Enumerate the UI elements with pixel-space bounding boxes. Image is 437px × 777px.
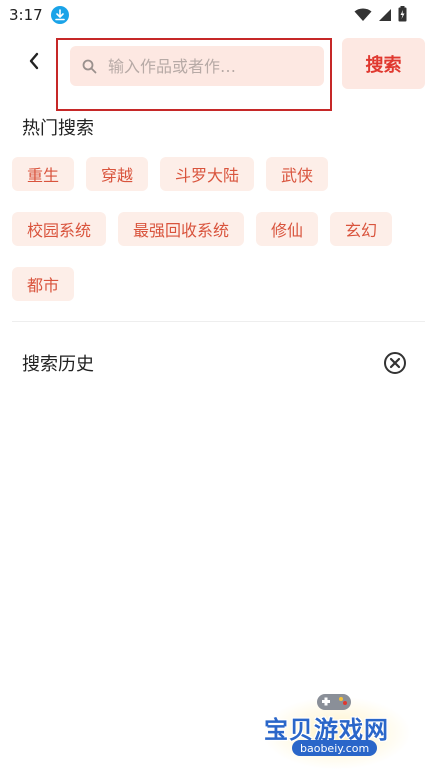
signal-icon <box>378 7 392 26</box>
hot-tag[interactable]: 校园系统 <box>12 212 107 246</box>
hot-tag[interactable]: 穿越 <box>86 157 149 191</box>
search-field-highlight <box>56 38 332 111</box>
search-input[interactable] <box>106 55 320 77</box>
hot-search-title: 热门搜索 <box>22 118 94 139</box>
watermark-logo: 宝贝游戏网 baobeiy.com <box>258 688 418 772</box>
hot-tag[interactable]: 最强回收系统 <box>118 212 245 246</box>
download-icon <box>51 6 69 24</box>
watermark-url: baobeiy.com <box>292 740 378 756</box>
chevron-left-icon <box>28 52 40 74</box>
battery-charging-icon <box>398 6 407 26</box>
status-time: 3:17 <box>9 6 43 24</box>
search-history-title: 搜索历史 <box>22 354 94 375</box>
hot-tag[interactable]: 修仙 <box>256 212 319 246</box>
search-box[interactable] <box>70 46 324 86</box>
hot-tag[interactable]: 重生 <box>12 157 75 191</box>
status-icons <box>354 6 407 26</box>
tag-row: 都市 <box>12 267 75 301</box>
wifi-icon <box>354 7 372 26</box>
hot-tag[interactable]: 斗罗大陆 <box>160 157 255 191</box>
clear-circle-x-icon <box>383 352 407 379</box>
back-button[interactable] <box>22 50 46 76</box>
hot-tag[interactable]: 武侠 <box>266 157 329 191</box>
hot-tag[interactable]: 都市 <box>12 267 75 301</box>
hot-tag[interactable]: 玄幻 <box>330 212 393 246</box>
search-icon <box>82 58 98 74</box>
search-button[interactable]: 搜索 <box>342 38 425 89</box>
tag-row: 重生 穿越 斗罗大陆 武侠 <box>12 157 329 191</box>
status-bar: 3:17 <box>0 0 437 30</box>
clear-history-button[interactable] <box>383 351 407 375</box>
tag-row: 校园系统 最强回收系统 修仙 玄幻 <box>12 212 393 246</box>
section-divider <box>12 321 425 322</box>
